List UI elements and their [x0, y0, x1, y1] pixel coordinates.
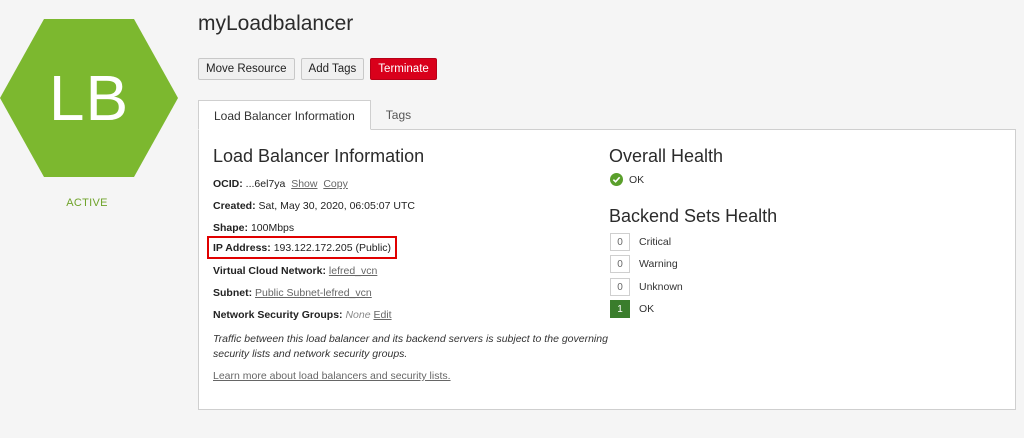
tab-load-balancer-information[interactable]: Load Balancer Information [198, 100, 371, 130]
page-title: myLoadbalancer [198, 12, 354, 35]
critical-label: Critical [639, 236, 672, 248]
info-section-title: Load Balancer Information [213, 146, 425, 166]
ip-address-label: IP Address: [213, 242, 271, 254]
shape-value: 100Mbps [250, 222, 295, 234]
ocid-value: ...6el7ya [245, 178, 286, 190]
subnet-row: Subnet: Public Subnet-lefred_vcn [213, 287, 372, 299]
learn-more-link[interactable]: Learn more about load balancers and secu… [213, 370, 451, 382]
ocid-label: OCID: [213, 178, 243, 190]
ocid-copy-link[interactable]: Copy [323, 178, 348, 190]
vcn-link[interactable]: lefred_vcn [329, 265, 377, 277]
load-balancer-hexagon-badge: LB [0, 19, 178, 177]
tab-tags[interactable]: Tags [371, 100, 426, 130]
ip-address-value: 193.122.172.205 (Public) [273, 242, 392, 254]
shape-row: Shape: 100Mbps [213, 222, 294, 234]
check-circle-icon [610, 173, 623, 186]
created-row: Created: Sat, May 30, 2020, 06:05:07 UTC [213, 200, 415, 212]
warning-count: 0 [610, 255, 630, 273]
nsg-row: Network Security Groups: None Edit [213, 309, 392, 321]
backend-health-warning: 0 Warning [610, 255, 678, 273]
terminate-button[interactable]: Terminate [370, 58, 437, 80]
vcn-row: Virtual Cloud Network: lefred_vcn [213, 265, 377, 277]
shape-label: Shape: [213, 222, 249, 234]
overall-health-label: OK [629, 173, 645, 186]
lifecycle-status: ACTIVE [66, 197, 108, 209]
details-panel: Load Balancer Information OCID: ...6el7y… [198, 129, 1016, 410]
subnet-label: Subnet: [213, 287, 253, 299]
subnet-link[interactable]: Public Subnet-lefred_vcn [255, 287, 372, 299]
nsg-label: Network Security Groups: [213, 309, 343, 321]
created-label: Created: [213, 200, 256, 212]
security-note: Traffic between this load balancer and i… [213, 333, 608, 360]
move-resource-button[interactable]: Move Resource [198, 58, 295, 80]
add-tags-button[interactable]: Add Tags [300, 58, 365, 80]
vcn-label: Virtual Cloud Network: [213, 265, 326, 277]
ip-address-row: IP Address: 193.122.172.205 (Public) [213, 242, 391, 254]
nsg-edit-link[interactable]: Edit [373, 309, 391, 321]
badge-initials: LB [48, 62, 130, 134]
overall-health-title: Overall Health [609, 146, 724, 166]
nsg-value: None [345, 309, 371, 321]
ocid-row: OCID: ...6el7ya Show Copy [213, 178, 348, 190]
action-bar: Move Resource Add Tags Terminate [198, 58, 437, 80]
unknown-count: 0 [610, 278, 630, 296]
critical-count: 0 [610, 233, 630, 251]
warning-label: Warning [639, 258, 678, 270]
backend-sets-health-title: Backend Sets Health [609, 206, 778, 226]
ok-count: 1 [610, 300, 630, 318]
backend-health-critical: 0 Critical [610, 233, 671, 251]
created-value: Sat, May 30, 2020, 06:05:07 UTC [258, 200, 415, 212]
tab-bar: Load Balancer Information Tags [198, 100, 426, 130]
backend-health-ok: 1 OK [610, 300, 654, 318]
ocid-show-link[interactable]: Show [291, 178, 317, 190]
ok-label: OK [639, 303, 655, 315]
overall-health-status: OK [610, 173, 644, 186]
backend-health-unknown: 0 Unknown [610, 278, 683, 296]
unknown-label: Unknown [639, 281, 683, 293]
